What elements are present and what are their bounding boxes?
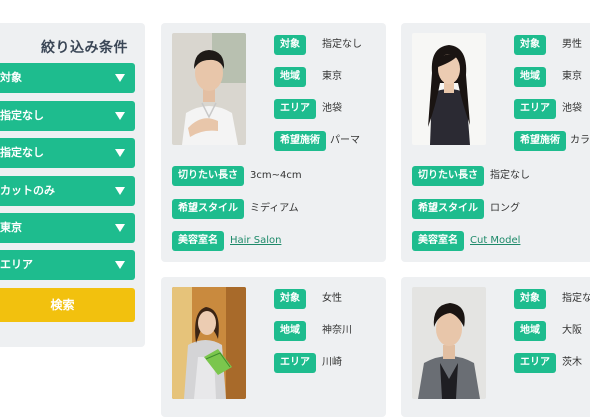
region-value: 東京 — [562, 71, 582, 82]
filter-target-select[interactable]: 対象 — [0, 63, 135, 93]
area-value: 川崎 — [322, 357, 342, 368]
filter-label: 対象 — [0, 71, 22, 84]
area-tag: エリア — [514, 353, 556, 373]
filter-select-3[interactable]: 指定なし — [0, 138, 135, 168]
model-card[interactable]: 対象 指定なし 地域 大阪 エリア 茨木 — [401, 277, 590, 417]
region-value: 大阪 — [562, 325, 582, 336]
area-tag: エリア — [274, 353, 316, 373]
area-value: 池袋 — [562, 103, 582, 114]
style-tag: 希望スタイル — [172, 199, 244, 219]
style-value: ロング — [490, 203, 520, 214]
target-tag: 対象 — [274, 35, 306, 55]
target-value: 女性 — [322, 293, 342, 304]
region-value: 東京 — [322, 71, 342, 82]
chevron-down-icon — [115, 112, 125, 120]
region-tag: 地域 — [514, 67, 546, 87]
filter-label: エリア — [0, 258, 33, 271]
target-value: 男性 — [562, 39, 582, 50]
model-card[interactable]: 対象 女性 地域 神奈川 エリア 川崎 — [161, 277, 386, 417]
target-tag: 対象 — [514, 289, 546, 309]
filter-select-4[interactable]: カットのみ — [0, 176, 135, 206]
chevron-down-icon — [115, 187, 125, 195]
target-value: 指定なし — [322, 39, 362, 50]
salon-tag: 美容室名 — [412, 231, 464, 251]
salon-link[interactable]: Hair Salon — [230, 231, 281, 251]
treatment-tag: 希望施術 — [274, 131, 326, 151]
chevron-down-icon — [115, 224, 125, 232]
filter-label: 指定なし — [0, 146, 44, 159]
area-value: 茨木 — [562, 357, 582, 368]
length-tag: 切りたい長さ — [172, 166, 244, 186]
region-tag: 地域 — [274, 321, 306, 341]
area-tag: エリア — [274, 99, 316, 119]
filter-area-select[interactable]: エリア — [0, 250, 135, 280]
region-tag: 地域 — [274, 67, 306, 87]
model-photo[interactable] — [412, 287, 486, 399]
chevron-down-icon — [115, 149, 125, 157]
region-tag: 地域 — [514, 321, 546, 341]
filter-region-select[interactable]: 東京 — [0, 213, 135, 243]
filter-label: カットのみ — [0, 184, 55, 197]
model-card[interactable]: 対象 男性 地域 東京 エリア 池袋 希望施術 カラ 切りたい長さ 指定なし 希… — [401, 23, 590, 262]
sidebar-title: 絞り込み条件 — [41, 40, 128, 56]
style-value: ミディアム — [250, 203, 299, 214]
target-tag: 対象 — [514, 35, 546, 55]
area-value: 池袋 — [322, 103, 342, 114]
filter-label: 指定なし — [0, 109, 44, 122]
treatment-tag: 希望施術 — [514, 131, 566, 151]
length-tag: 切りたい長さ — [412, 166, 484, 186]
salon-link[interactable]: Cut Model — [470, 231, 520, 251]
chevron-down-icon — [115, 74, 125, 82]
filter-label: 東京 — [0, 221, 22, 234]
model-card[interactable]: 対象 指定なし 地域 東京 エリア 池袋 希望施術 パーマ 切りたい長さ 3cm… — [161, 23, 386, 262]
treatment-value: パーマ — [330, 135, 360, 146]
length-value: 3cm~4cm — [250, 170, 302, 181]
treatment-value: カラ — [570, 135, 590, 146]
region-value: 神奈川 — [322, 325, 352, 336]
target-tag: 対象 — [274, 289, 306, 309]
salon-tag: 美容室名 — [172, 231, 224, 251]
search-button[interactable]: 検索 — [0, 288, 135, 322]
model-photo[interactable] — [412, 33, 486, 145]
target-value: 指定なし — [562, 293, 590, 304]
chevron-down-icon — [115, 261, 125, 269]
length-value: 指定なし — [490, 170, 530, 181]
model-photo[interactable] — [172, 287, 246, 399]
model-photo[interactable] — [172, 33, 246, 145]
filter-select-2[interactable]: 指定なし — [0, 101, 135, 131]
filter-sidebar: 絞り込み条件 対象 指定なし 指定なし カットのみ 東京 エリア 検索 — [0, 23, 145, 347]
area-tag: エリア — [514, 99, 556, 119]
style-tag: 希望スタイル — [412, 199, 484, 219]
